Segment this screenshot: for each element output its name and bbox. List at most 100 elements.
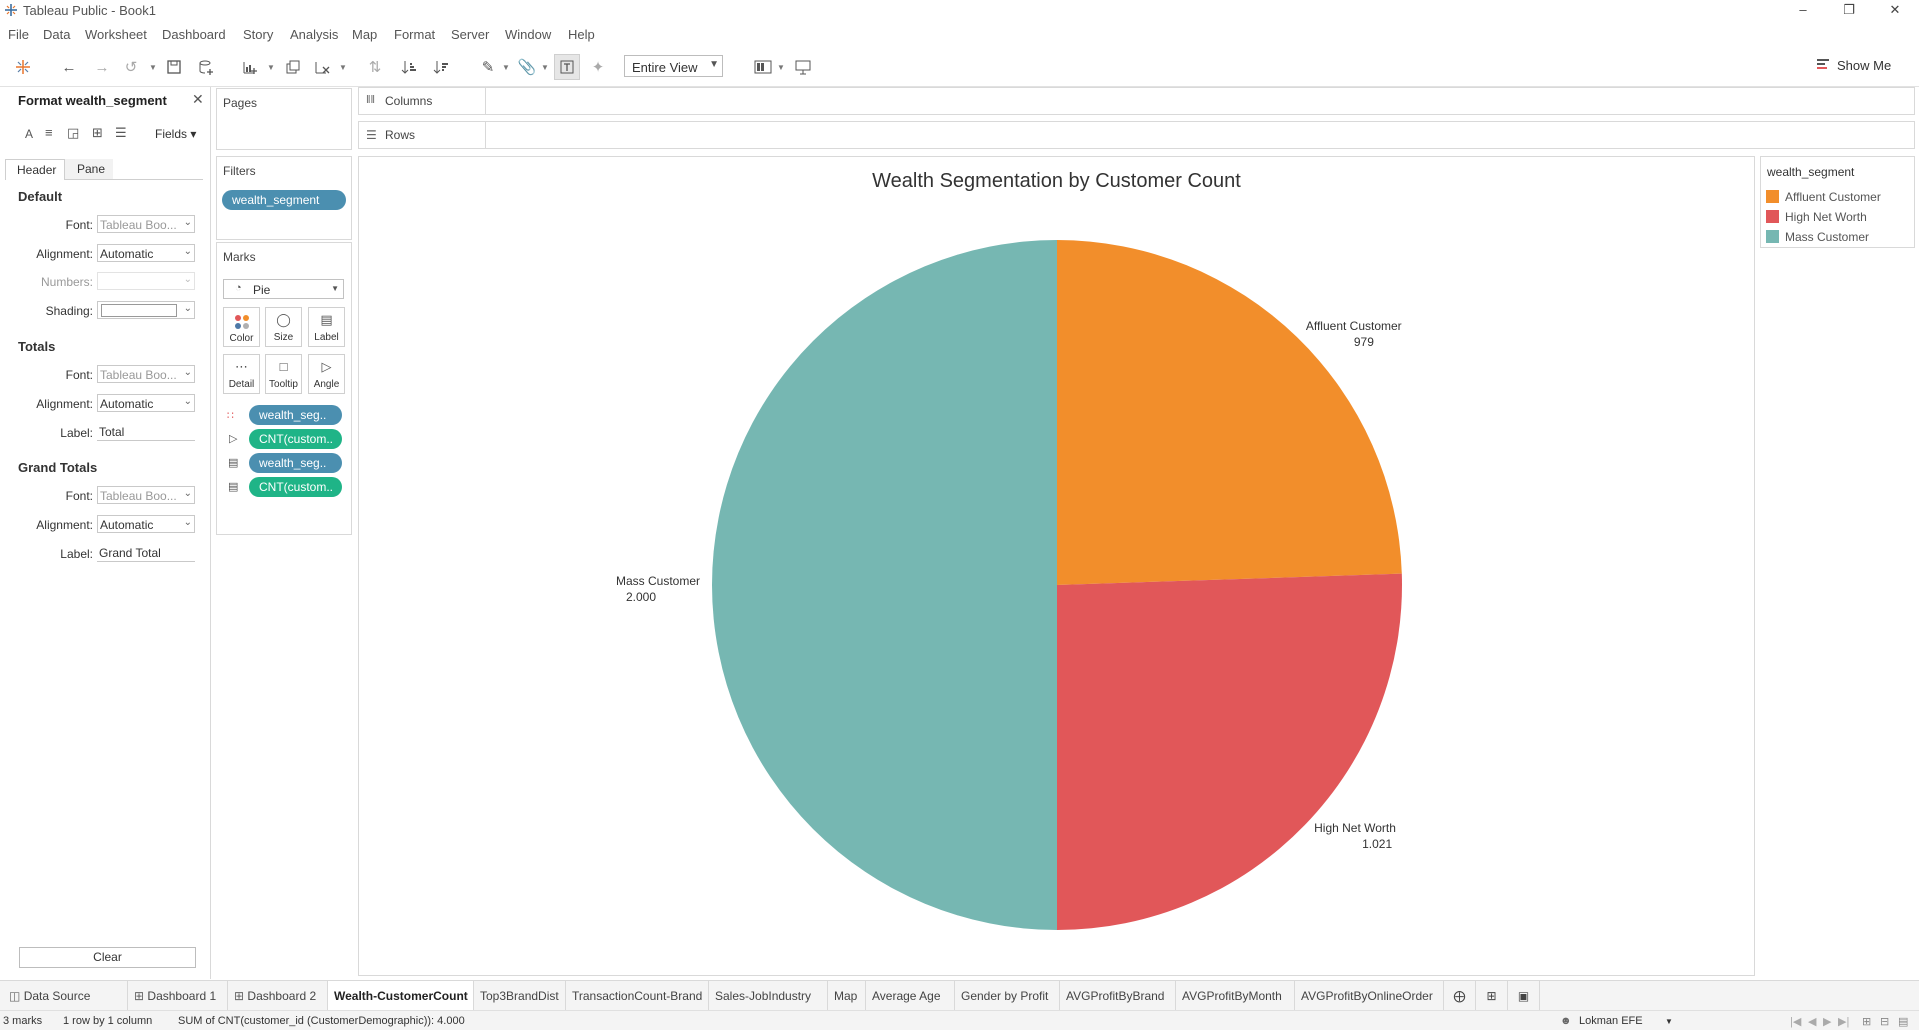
fields-dropdown[interactable]: Fields ▾ xyxy=(155,127,196,141)
menu-data[interactable]: Data xyxy=(43,27,70,42)
tab-transactioncount-brand[interactable]: TransactionCount-Brand xyxy=(566,981,709,1011)
undo-icon[interactable]: ← xyxy=(56,54,82,80)
tab-data-source[interactable]: ◫ Data Source xyxy=(0,981,128,1011)
show-sheet-sorter-icon[interactable]: ⊟ xyxy=(1880,1015,1889,1028)
duplicate-sheet-icon[interactable] xyxy=(280,54,306,80)
show-filmstrip-icon[interactable]: ⊞ xyxy=(1862,1015,1871,1028)
menu-server[interactable]: Server xyxy=(451,27,489,42)
swap-rows-columns-icon[interactable]: ⇅ xyxy=(362,54,388,80)
tab-top3branddist[interactable]: Top3BrandDist xyxy=(474,981,566,1011)
replay-dropdown-icon[interactable]: ▼ xyxy=(148,54,158,80)
menu-help[interactable]: Help xyxy=(568,27,595,42)
next-sheet-icon[interactable]: ▶ xyxy=(1823,1015,1831,1028)
borders-icon[interactable]: ⊞ xyxy=(92,125,103,141)
filters-card[interactable]: Filters wealth_segment xyxy=(216,156,352,240)
clear-dropdown-icon[interactable]: ▼ xyxy=(338,54,348,80)
totals-font-select[interactable]: Tableau Boo... ⌄ xyxy=(97,365,195,383)
mark-type-select[interactable]: ◔ Pie ▼ xyxy=(223,279,344,299)
tab-sales-jobindustry[interactable]: Sales-JobIndustry xyxy=(709,981,828,1011)
tab-map[interactable]: Map xyxy=(828,981,866,1011)
size-button[interactable]: ◯ Size xyxy=(265,307,302,347)
tab-wealth-customercount[interactable]: Wealth-CustomerCount xyxy=(328,981,474,1011)
pie-slice-high-net-worth[interactable] xyxy=(1057,573,1402,931)
sort-ascending-icon[interactable] xyxy=(396,54,422,80)
tab-header[interactable]: Header xyxy=(5,159,65,180)
show-mark-labels-icon[interactable] xyxy=(554,54,580,80)
shading-icon[interactable]: ◲ xyxy=(67,125,79,141)
marks-field-label-count[interactable]: CNT(custom.. xyxy=(249,477,342,497)
menu-dashboard[interactable]: Dashboard xyxy=(162,27,226,42)
grand-totals-font-select[interactable]: Tableau Boo... ⌄ xyxy=(97,486,195,504)
cards-dropdown-icon[interactable]: ▼ xyxy=(776,54,786,80)
font-icon[interactable]: A xyxy=(25,127,33,141)
highlight-dropdown-icon[interactable]: ▼ xyxy=(501,54,511,80)
redo-icon[interactable]: → xyxy=(89,54,115,80)
tab-pane[interactable]: Pane xyxy=(65,159,113,180)
status-user[interactable]: Lokman EFE xyxy=(1579,1015,1643,1027)
clear-sheet-icon[interactable] xyxy=(309,54,335,80)
minimize-icon[interactable]: – xyxy=(1780,0,1826,22)
show-cards-icon[interactable] xyxy=(750,54,776,80)
tab-dashboard-2[interactable]: ⊞ Dashboard 2 xyxy=(228,981,328,1011)
show-me-icon[interactable] xyxy=(1817,58,1829,75)
grand-totals-label-input[interactable] xyxy=(97,544,195,562)
restore-icon[interactable]: ❐ xyxy=(1826,0,1872,22)
angle-button[interactable]: ▷ Angle xyxy=(308,354,345,394)
label-button[interactable]: ▤ Label xyxy=(308,307,345,347)
tableau-start-icon[interactable] xyxy=(10,54,36,80)
group-dropdown-icon[interactable]: ▼ xyxy=(540,54,550,80)
marks-field-color[interactable]: wealth_seg.. xyxy=(249,405,342,425)
tooltip-button[interactable]: □ Tooltip xyxy=(265,354,302,394)
rows-shelf[interactable]: ☰ Rows xyxy=(358,121,1915,149)
marks-field-label-segment[interactable]: wealth_seg.. xyxy=(249,453,342,473)
menu-window[interactable]: Window xyxy=(505,27,551,42)
pages-card[interactable]: Pages xyxy=(216,88,352,150)
show-tabs-icon[interactable]: ▤ xyxy=(1898,1015,1908,1028)
highlight-icon[interactable]: ✎ xyxy=(475,54,501,80)
new-story-tab-icon[interactable]: ▣ xyxy=(1508,981,1540,1011)
save-icon[interactable] xyxy=(161,54,187,80)
default-font-select[interactable]: Tableau Boo... ⌄ xyxy=(97,215,195,233)
replay-icon[interactable]: ↺ xyxy=(118,54,144,80)
new-worksheet-icon[interactable] xyxy=(237,54,263,80)
menu-story[interactable]: Story xyxy=(243,27,273,42)
totals-alignment-select[interactable]: Automatic ⌄ xyxy=(97,394,195,412)
presentation-mode-icon[interactable] xyxy=(790,54,816,80)
marks-field-angle[interactable]: CNT(custom.. xyxy=(249,429,342,449)
default-shading-select[interactable]: ⌄ xyxy=(97,301,195,319)
tab-gender-by-profit[interactable]: Gender by Profit xyxy=(955,981,1060,1011)
pie-slice-affluent-customer[interactable] xyxy=(1057,240,1402,585)
totals-label-input[interactable] xyxy=(97,423,195,441)
previous-sheet-icon[interactable]: ◀ xyxy=(1808,1015,1816,1028)
pie-slice-mass-customer[interactable] xyxy=(712,240,1057,930)
columns-shelf[interactable]: ‖‖ Columns xyxy=(358,87,1915,115)
tab-avgprofitbyonlineorder[interactable]: AVGProfitByOnlineOrder xyxy=(1295,981,1444,1011)
menu-format[interactable]: Format xyxy=(394,27,435,42)
color-button[interactable]: Color xyxy=(223,307,260,347)
new-sheet-dropdown-icon[interactable]: ▼ xyxy=(266,54,276,80)
fit-view-select[interactable]: Entire View ▼ xyxy=(624,55,723,77)
user-dropdown-icon[interactable]: ▼ xyxy=(1665,1017,1673,1026)
menu-analysis[interactable]: Analysis xyxy=(290,27,338,42)
tab-avgprofitbybrand[interactable]: AVGProfitByBrand xyxy=(1060,981,1176,1011)
tab-avgprofitbymonth[interactable]: AVGProfitByMonth xyxy=(1176,981,1295,1011)
menu-worksheet[interactable]: Worksheet xyxy=(85,27,147,42)
detail-button[interactable]: ⋯ Detail xyxy=(223,354,260,394)
group-members-icon[interactable]: 📎 xyxy=(514,54,540,80)
close-icon[interactable]: ✕ xyxy=(1872,0,1918,22)
close-pane-icon[interactable]: ✕ xyxy=(192,91,204,108)
default-alignment-select[interactable]: Automatic ⌄ xyxy=(97,244,195,262)
alignment-icon[interactable]: ≡ xyxy=(45,125,53,140)
clear-button[interactable]: Clear xyxy=(19,947,196,968)
show-me-button[interactable]: Show Me xyxy=(1837,58,1891,73)
menu-map[interactable]: Map xyxy=(352,27,377,42)
default-numbers-select[interactable]: ⌄ xyxy=(97,272,195,290)
filter-pill-wealth-segment[interactable]: wealth_segment xyxy=(222,190,346,210)
menu-file[interactable]: File xyxy=(8,27,29,42)
new-datasource-icon[interactable] xyxy=(193,54,219,80)
first-sheet-icon[interactable]: |◀ xyxy=(1790,1015,1801,1028)
sort-descending-icon[interactable] xyxy=(428,54,454,80)
last-sheet-icon[interactable]: ▶| xyxy=(1838,1015,1849,1028)
tab-dashboard-1[interactable]: ⊞ Dashboard 1 xyxy=(128,981,228,1011)
grand-totals-alignment-select[interactable]: Automatic ⌄ xyxy=(97,515,195,533)
